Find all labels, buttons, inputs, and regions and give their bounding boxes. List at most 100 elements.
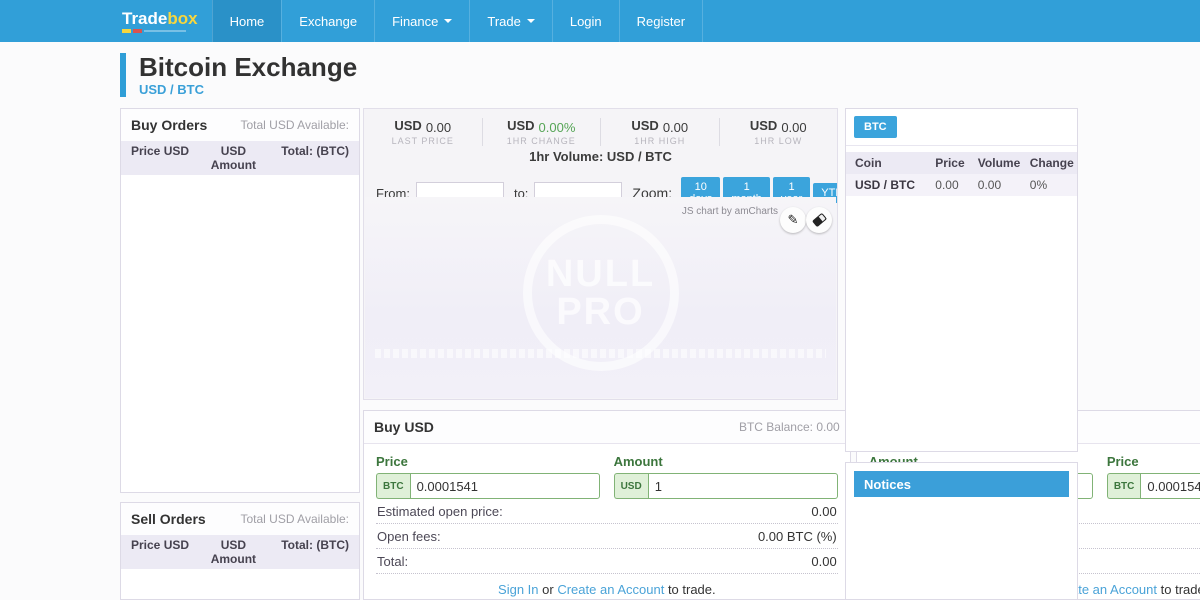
market-table-header: Coin Price Volume Change [846,152,1077,174]
market-table: Coin Price Volume Change USD / BTC 0.00 … [846,152,1077,196]
buy-orders-title: Buy Orders [131,117,207,133]
brand-text: Tradebox [122,10,198,27]
nav-item-register[interactable]: Register [619,0,703,42]
stat-last-price: USD0.00 LAST PRICE [364,118,482,146]
page-title-block: Bitcoin Exchange USD / BTC [120,53,357,97]
open-fees-row: Open fees: 0.00 BTC (%) [376,524,838,549]
nav-item-home[interactable]: Home [212,0,282,42]
pencil-icon: ✎ [788,212,799,228]
amcharts-credit[interactable]: JS chart by amCharts [682,206,778,217]
fee-value: 0.00 BTC (%) [758,529,837,544]
sell-price-input[interactable] [1140,473,1200,499]
create-account-link[interactable]: Create an Account [557,582,664,597]
btc-addon: BTC [1107,473,1141,499]
chart-stats: USD0.00 LAST PRICE USD0.00% 1HR CHANGE U… [364,109,837,146]
fee-value: 0.00 [811,554,836,569]
col-volume: Volume [978,156,1030,170]
stat-1hr-change: USD 0.00% 1HR CHANGE [482,118,601,146]
cell-volume: 0.00 [978,178,1030,192]
fee-label: Open fees: [377,529,441,544]
stat-1hr-high: USD0.00 1HR HIGH [600,118,719,146]
stat-1hr-low: USD 0.00 1HR LOW [719,118,838,146]
col-total-btc: Total: (BTC) [270,538,349,566]
buy-usd-title: Buy USD [374,419,434,435]
sell-orders-table-header: Price USD USD Amount Total: (BTC) [121,535,359,569]
buy-price-input[interactable] [410,473,600,499]
total-row: Total: 0.00 [376,549,838,574]
watermark-text-band [375,349,826,358]
title-accent-bar [120,53,126,97]
brand-logo[interactable]: Tradebox [120,0,212,42]
table-row[interactable]: USD / BTC 0.00 0.00 0% [846,174,1077,196]
stat-value: 0.00 [781,120,806,135]
chevron-down-icon [527,19,535,23]
brand-part1: Trade [122,9,167,28]
col-total-btc: Total: (BTC) [270,144,349,172]
buy-signin-row: Sign In or Create an Account to trade. [376,582,838,597]
navbar: Tradebox Home Exchange Finance Trade Log… [0,0,1200,42]
usd-addon: USD [614,473,648,499]
buy-orders-table-header: Price USD USD Amount Total: (BTC) [121,141,359,175]
cell-price: 0.00 [935,178,978,192]
volume-label: 1hr Volume: USD / BTC [364,149,837,164]
eraser-button[interactable] [806,207,832,233]
stat-label: 1HR LOW [720,136,838,146]
btc-balance: BTC Balance: 0.00 [739,420,840,434]
brand-part2: box [167,9,197,28]
price-label: Price [376,454,600,469]
watermark-line2: PRO [556,293,644,331]
sign-in-link[interactable]: Sign In [498,582,538,597]
nav-item-exchange[interactable]: Exchange [281,0,374,42]
col-price-usd: Price USD [131,538,197,566]
stat-label: 1HR CHANGE [483,136,601,146]
nav-item-label: Home [230,14,265,29]
nav-item-finance[interactable]: Finance [374,0,469,42]
stat-label: LAST PRICE [364,136,482,146]
chart-canvas: JS chart by amCharts ✎ NULL PRO [365,197,836,398]
notices-title: Notices [864,477,911,492]
brand-underline [122,29,198,33]
signin-suffix-text: to trade. [1161,582,1200,597]
col-price-usd: Price USD [131,144,197,172]
buy-orders-available: Total USD Available: [240,118,349,132]
page-subtitle: USD / BTC [139,82,357,97]
nav-item-label: Login [570,14,602,29]
stat-value: 0.00 [663,120,688,135]
nav-item-trade[interactable]: Trade [469,0,551,42]
nav-item-login[interactable]: Login [552,0,619,42]
fee-label: Estimated open price: [377,504,503,519]
cell-coin: USD / BTC [855,178,935,192]
sell-orders-title: Sell Orders [131,511,206,527]
nav-item-label: Register [637,14,685,29]
sell-orders-available: Total USD Available: [240,512,349,526]
buy-amount-input[interactable] [648,473,838,499]
col-price: Price [935,156,978,170]
price-label: Price [1107,454,1200,469]
col-usd-amount: USD Amount [197,538,270,566]
market-panel: BTC Coin Price Volume Change USD / BTC 0… [845,108,1078,452]
stat-currency: USD [507,118,534,133]
stat-value: 0.00% [539,120,576,135]
btc-addon: BTC [376,473,410,499]
notices-header: Notices [854,471,1069,497]
chevron-down-icon [444,19,452,23]
nav-item-label: Exchange [299,14,357,29]
notices-panel: Notices [845,462,1078,600]
draw-pencil-button[interactable]: ✎ [780,207,806,233]
fee-value: 0.00 [811,504,836,519]
nav-item-label: Finance [392,14,438,29]
col-change: Change [1030,156,1077,170]
sell-orders-panel: Sell Orders Total USD Available: Price U… [120,502,360,600]
stat-value: 0.00 [426,120,451,135]
estimated-open-price-row: Estimated open price: 0.00 [376,499,838,524]
page-title: Bitcoin Exchange [139,53,357,81]
nav-item-label: Trade [487,14,520,29]
col-coin: Coin [855,156,935,170]
stat-currency: USD [631,118,658,133]
tab-btc[interactable]: BTC [854,116,897,138]
buy-usd-panel: Buy USD BTC Balance: 0.00 Price BTC Amou… [363,410,851,600]
signin-suffix-text: to trade. [668,582,716,597]
watermark-line1: NULL [546,255,655,293]
stat-currency: USD [750,118,777,133]
signin-or-text: or [542,582,554,597]
